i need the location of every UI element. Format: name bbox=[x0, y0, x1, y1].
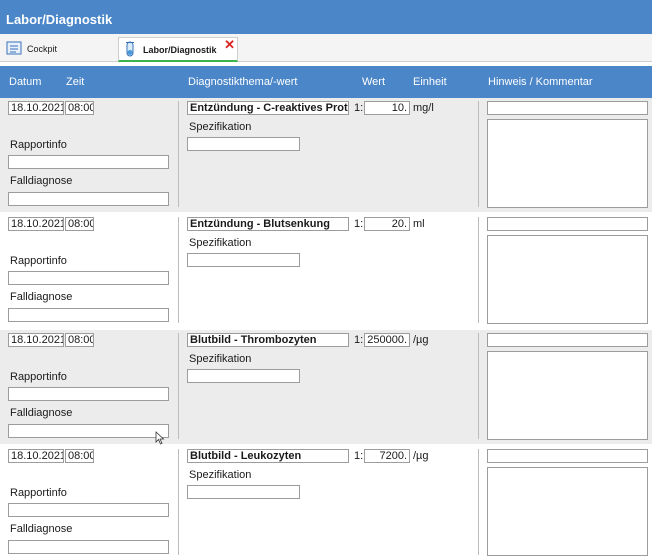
rapportinfo-label: Rapportinfo bbox=[10, 371, 67, 383]
list-document-icon bbox=[6, 41, 22, 55]
rapportinfo-label: Rapportinfo bbox=[10, 139, 67, 151]
value-field[interactable]: 20. bbox=[364, 217, 410, 231]
spezifikation-label: Spezifikation bbox=[189, 353, 252, 365]
date-field[interactable]: 18.10.2021 bbox=[8, 217, 64, 231]
window-title: Labor/Diagnostik bbox=[6, 12, 113, 27]
tab-bar: Cockpit Labor/Diagnostik ✕ bbox=[0, 34, 652, 62]
falldiagnose-field[interactable] bbox=[8, 308, 169, 322]
time-field[interactable]: 08:00 bbox=[65, 217, 94, 231]
spezifikation-field[interactable] bbox=[187, 137, 300, 151]
tab-label-cockpit: Cockpit bbox=[27, 44, 58, 54]
rapportinfo-field[interactable] bbox=[8, 503, 169, 517]
ratio-label: 1: bbox=[354, 450, 364, 462]
unit-label: mg/l bbox=[413, 102, 434, 114]
tab-label-labor: Labor/Diagnostik bbox=[143, 45, 217, 55]
spezifikation-label: Spezifikation bbox=[189, 237, 252, 249]
falldiagnose-label: Falldiagnose bbox=[10, 291, 73, 303]
rapportinfo-label: Rapportinfo bbox=[10, 487, 67, 499]
test-tube-icon bbox=[126, 41, 134, 57]
falldiagnose-label: Falldiagnose bbox=[10, 175, 73, 187]
value-field[interactable]: 10. bbox=[364, 101, 410, 115]
spezifikation-label: Spezifikation bbox=[189, 121, 252, 133]
time-field[interactable]: 08:00 bbox=[65, 449, 94, 463]
window-title-bar: Labor/Diagnostik bbox=[0, 0, 652, 34]
rapportinfo-label: Rapportinfo bbox=[10, 255, 67, 267]
date-field[interactable]: 18.10.2021 bbox=[8, 101, 64, 115]
tab-labor-diagnostik[interactable]: Labor/Diagnostik ✕ bbox=[118, 37, 238, 62]
date-field[interactable]: 18.10.2021 bbox=[8, 449, 64, 463]
diagnostic-topic-field[interactable]: Blutbild - Leukozyten bbox=[187, 449, 349, 463]
ratio-label: 1: bbox=[354, 334, 364, 346]
hinweis-field[interactable] bbox=[487, 333, 648, 347]
falldiagnose-field[interactable] bbox=[8, 192, 169, 206]
column-divider bbox=[478, 333, 479, 439]
time-field[interactable]: 08:00 bbox=[65, 333, 94, 347]
column-divider bbox=[478, 449, 479, 555]
column-divider bbox=[478, 101, 479, 207]
kommentar-textarea[interactable] bbox=[487, 351, 648, 440]
falldiagnose-field[interactable] bbox=[8, 540, 169, 554]
table-row: 18.10.2021 08:00 Rapportinfo Falldiagnos… bbox=[0, 446, 652, 560]
rapportinfo-field[interactable] bbox=[8, 271, 169, 285]
table-row: 18.10.2021 08:00 Rapportinfo Falldiagnos… bbox=[0, 214, 652, 328]
mouse-pointer-icon bbox=[155, 431, 165, 445]
tab-cockpit[interactable]: Cockpit bbox=[3, 37, 113, 62]
ratio-label: 1: bbox=[354, 218, 364, 230]
column-hinweis-kommentar[interactable]: Hinweis / Kommentar bbox=[488, 76, 593, 88]
hinweis-field[interactable] bbox=[487, 217, 648, 231]
column-diagnostikthema[interactable]: Diagnostikthema/-wert bbox=[188, 76, 297, 88]
falldiagnose-field[interactable] bbox=[8, 424, 169, 438]
table-row: 18.10.2021 08:00 Rapportinfo Falldiagnos… bbox=[0, 98, 652, 212]
column-divider bbox=[178, 333, 179, 439]
hinweis-field[interactable] bbox=[487, 101, 648, 115]
column-divider bbox=[178, 217, 179, 323]
unit-label: ml bbox=[413, 218, 425, 230]
ratio-label: 1: bbox=[354, 102, 364, 114]
unit-label: /µg bbox=[413, 334, 429, 346]
diagnostic-topic-field[interactable]: Blutbild - Thrombozyten bbox=[187, 333, 349, 347]
column-header-bar: Datum Zeit Diagnostikthema/-wert Wert Ei… bbox=[0, 66, 652, 98]
spezifikation-field[interactable] bbox=[187, 253, 300, 267]
column-datum[interactable]: Datum bbox=[9, 76, 41, 88]
time-field[interactable]: 08:00 bbox=[65, 101, 94, 115]
unit-label: /µg bbox=[413, 450, 429, 462]
value-field[interactable]: 250000. bbox=[364, 333, 410, 347]
close-tab-icon[interactable]: ✕ bbox=[224, 37, 235, 53]
column-einheit[interactable]: Einheit bbox=[413, 76, 447, 88]
spezifikation-field[interactable] bbox=[187, 485, 300, 499]
rapportinfo-field[interactable] bbox=[8, 155, 169, 169]
hinweis-field[interactable] bbox=[487, 449, 648, 463]
column-wert[interactable]: Wert bbox=[362, 76, 385, 88]
falldiagnose-label: Falldiagnose bbox=[10, 407, 73, 419]
diagnostic-topic-field[interactable]: Entzündung - C-reaktives Prote bbox=[187, 101, 349, 115]
column-divider bbox=[178, 449, 179, 555]
diagnostic-topic-field[interactable]: Entzündung - Blutsenkung bbox=[187, 217, 349, 231]
kommentar-textarea[interactable] bbox=[487, 467, 648, 556]
value-field[interactable]: 7200. bbox=[364, 449, 410, 463]
kommentar-textarea[interactable] bbox=[487, 119, 648, 208]
kommentar-textarea[interactable] bbox=[487, 235, 648, 324]
spezifikation-field[interactable] bbox=[187, 369, 300, 383]
rapportinfo-field[interactable] bbox=[8, 387, 169, 401]
table-row: 18.10.2021 08:00 Rapportinfo Falldiagnos… bbox=[0, 330, 652, 444]
column-divider bbox=[478, 217, 479, 323]
falldiagnose-label: Falldiagnose bbox=[10, 523, 73, 535]
column-zeit[interactable]: Zeit bbox=[66, 76, 84, 88]
spezifikation-label: Spezifikation bbox=[189, 469, 252, 481]
date-field[interactable]: 18.10.2021 bbox=[8, 333, 64, 347]
column-divider bbox=[178, 101, 179, 207]
